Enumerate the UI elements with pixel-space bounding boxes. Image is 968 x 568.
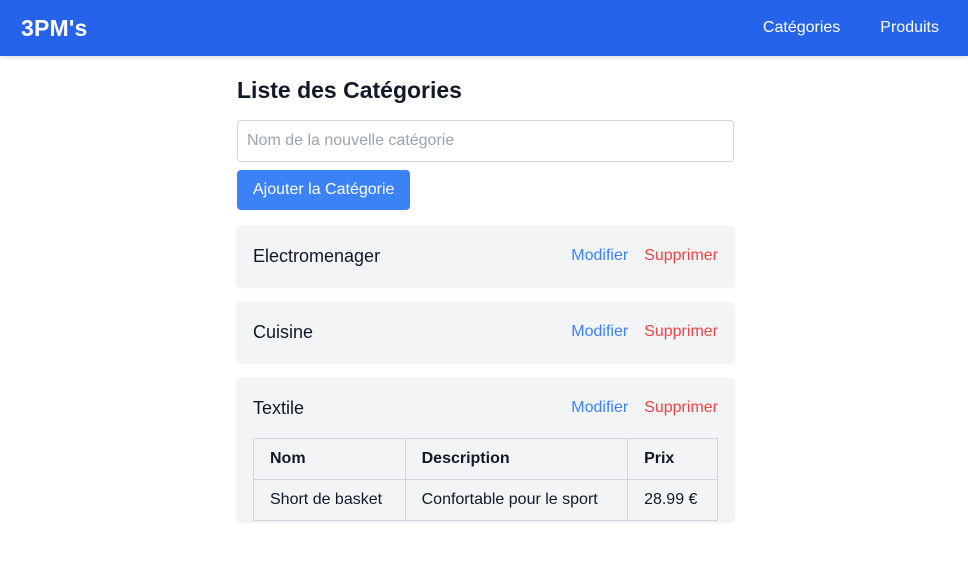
brand-logo[interactable]: 3PM's (21, 15, 88, 42)
product-price-cell: 28.99 € (627, 479, 718, 521)
nav-link-products[interactable]: Produits (880, 19, 939, 37)
category-actions: Modifier Supprimer (571, 247, 718, 265)
category-card: Textile Modifier Supprimer Nom Descripti… (237, 378, 734, 521)
main-content: Liste des Catégories Ajouter la Catégori… (237, 56, 734, 537)
nav-links: Catégories Produits (763, 19, 939, 37)
delete-category-link[interactable]: Supprimer (644, 247, 718, 265)
column-header-name: Nom (253, 438, 406, 480)
category-name: Cuisine (253, 321, 314, 342)
category-name: Textile (253, 397, 305, 418)
add-category-button[interactable]: Ajouter la Catégorie (237, 170, 411, 210)
column-header-price: Prix (627, 438, 718, 480)
navbar: 3PM's Catégories Produits (0, 0, 968, 56)
category-header: Electromenager Modifier Supprimer (253, 226, 718, 286)
category-header: Textile Modifier Supprimer (253, 378, 718, 438)
product-description-cell: Confortable pour le sport (404, 479, 629, 521)
edit-category-link[interactable]: Modifier (571, 323, 628, 341)
products-table: Nom Description Prix Short de basket Con… (253, 438, 718, 521)
category-card: Cuisine Modifier Supprimer (237, 302, 734, 362)
category-card: Electromenager Modifier Supprimer (237, 226, 734, 286)
category-actions: Modifier Supprimer (571, 399, 718, 417)
category-actions: Modifier Supprimer (571, 323, 718, 341)
table-row: Short de basket Confortable pour le spor… (253, 479, 718, 521)
category-header: Cuisine Modifier Supprimer (253, 302, 718, 362)
product-name-cell: Short de basket (253, 479, 406, 521)
new-category-input[interactable] (237, 120, 734, 162)
delete-category-link[interactable]: Supprimer (644, 399, 718, 417)
column-header-description: Description (404, 438, 629, 480)
table-header-row: Nom Description Prix (253, 438, 718, 480)
nav-link-categories[interactable]: Catégories (763, 19, 840, 37)
delete-category-link[interactable]: Supprimer (644, 323, 718, 341)
edit-category-link[interactable]: Modifier (571, 399, 628, 417)
page-title: Liste des Catégories (237, 77, 462, 103)
edit-category-link[interactable]: Modifier (571, 247, 628, 265)
category-name: Electromenager (253, 245, 381, 266)
